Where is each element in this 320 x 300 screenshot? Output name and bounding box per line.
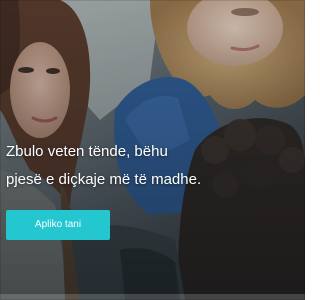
apply-now-button[interactable]: Apliko tani bbox=[6, 210, 110, 240]
hero-headline: Zbulo veten tënde, bëhu pjesë e diçkaje … bbox=[6, 138, 276, 194]
hero-banner: Zbulo veten tënde, bëhu pjesë e diçkaje … bbox=[0, 0, 305, 300]
bottom-strip bbox=[0, 294, 305, 300]
hero-headline-line-1: Zbulo veten tënde, bëhu bbox=[6, 143, 168, 160]
hero-headline-line-2: pjesë e diçkaje më të madhe. bbox=[6, 171, 202, 188]
